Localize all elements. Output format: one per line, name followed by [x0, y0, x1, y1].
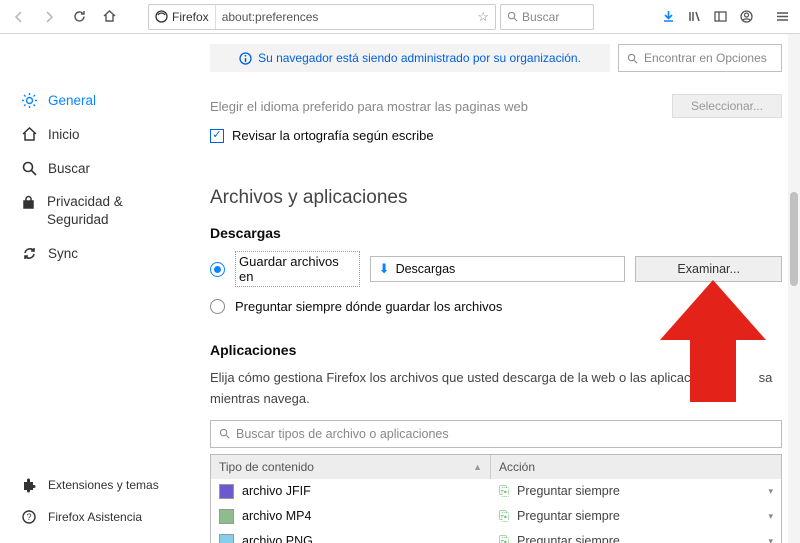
ask-icon: ⎘ — [499, 509, 509, 524]
download-folder-icon: ⬇ — [379, 261, 390, 277]
sidebar-item-label: General — [48, 93, 96, 108]
sidebar-item-privacy[interactable]: Privacidad & Seguridad — [12, 186, 182, 235]
section-heading-files-apps: Archivos y aplicaciones — [210, 187, 782, 209]
search-box[interactable]: Buscar — [500, 4, 594, 30]
firefox-icon — [155, 10, 168, 23]
sidebar-item-label: Buscar — [48, 161, 90, 176]
col-header-action[interactable]: Acción — [491, 455, 781, 479]
table-row[interactable]: archivo MP4 ⎘Preguntar siempre▾ — [211, 504, 781, 529]
sidebar-item-label: Sync — [48, 246, 78, 261]
gear-icon — [20, 91, 38, 109]
find-in-options[interactable]: Encontrar en Opciones — [618, 44, 782, 72]
sidebar-item-home[interactable]: Inicio — [12, 118, 182, 150]
col-header-type[interactable]: Tipo de contenido▲ — [211, 455, 491, 479]
org-banner-text: Su navegador está siendo administrado po… — [258, 51, 581, 65]
url-text: about:preferences — [216, 10, 472, 24]
puzzle-icon — [20, 476, 38, 494]
sidebar-item-extensions[interactable]: Extensiones y temas — [12, 469, 182, 501]
home-button[interactable] — [96, 4, 122, 30]
sidebar-item-label: Extensiones y temas — [48, 478, 159, 492]
back-button[interactable] — [6, 4, 32, 30]
menu-icon[interactable] — [770, 4, 794, 30]
info-icon — [239, 52, 252, 65]
search-icon — [507, 11, 518, 22]
account-icon[interactable] — [734, 4, 758, 30]
applications-search-placeholder: Buscar tipos de archivo o aplicaciones — [236, 427, 449, 441]
file-icon — [219, 509, 234, 524]
radio-save-to-label: Guardar archivos en — [235, 251, 360, 287]
library-icon[interactable] — [682, 4, 706, 30]
vertical-scrollbar[interactable] — [788, 34, 800, 543]
search-placeholder: Buscar — [522, 10, 559, 24]
sort-asc-icon: ▲ — [473, 462, 482, 472]
identity-box[interactable]: Firefox — [149, 5, 216, 29]
sync-icon — [20, 244, 38, 262]
sidebar-item-label: Privacidad & Seguridad — [47, 193, 174, 228]
sidebar-item-support[interactable]: ? Firefox Asistencia — [12, 501, 182, 533]
preferences-sidebar: General Inicio Buscar Privacidad & Segur… — [0, 34, 190, 543]
sidebar-item-search[interactable]: Buscar — [12, 152, 182, 184]
search-icon — [219, 428, 230, 439]
applications-table: Tipo de contenido▲ Acción archivo JFIF ⎘… — [210, 454, 782, 543]
reload-button[interactable] — [66, 4, 92, 30]
applications-heading: Aplicaciones — [210, 342, 782, 358]
table-row[interactable]: archivo JFIF ⎘Preguntar siempre▾ — [211, 479, 781, 504]
chevron-down-icon: ▾ — [768, 511, 773, 522]
radio-save-to[interactable] — [210, 262, 225, 277]
sidebar-item-general[interactable]: General — [12, 84, 182, 116]
applications-description: Elija cómo gestiona Firefox los archivos… — [210, 368, 782, 410]
help-icon: ? — [20, 508, 38, 526]
chevron-down-icon: ▾ — [768, 486, 773, 497]
language-pref-label: Elegir el idioma preferido para mostrar … — [210, 99, 528, 114]
preferences-content: Su navegador está siendo administrado po… — [190, 34, 800, 543]
file-icon — [219, 534, 234, 543]
home-icon — [20, 125, 38, 143]
download-folder-field[interactable]: ⬇ Descargas — [370, 256, 626, 282]
sidebar-item-label: Firefox Asistencia — [48, 510, 142, 524]
table-row[interactable]: archivo PNG ⎘Preguntar siempre▾ — [211, 529, 781, 543]
spellcheck-label: Revisar la ortografía según escribe — [232, 128, 434, 143]
downloads-icon[interactable] — [656, 4, 680, 30]
chevron-down-icon: ▾ — [768, 536, 773, 543]
org-managed-banner[interactable]: Su navegador está siendo administrado po… — [210, 44, 610, 72]
find-placeholder: Encontrar en Opciones — [644, 51, 767, 65]
radio-always-ask-label: Preguntar siempre dónde guardar los arch… — [235, 299, 502, 314]
spellcheck-checkbox[interactable] — [210, 129, 224, 143]
identity-label: Firefox — [172, 10, 209, 24]
ask-icon: ⎘ — [499, 534, 509, 543]
svg-text:?: ? — [26, 512, 31, 522]
bookmark-star-icon[interactable]: ☆ — [471, 9, 495, 25]
download-folder-name: Descargas — [396, 262, 456, 276]
search-icon — [627, 53, 638, 64]
radio-always-ask[interactable] — [210, 299, 225, 314]
scrollbar-thumb[interactable] — [790, 192, 798, 286]
forward-button[interactable] — [36, 4, 62, 30]
file-icon — [219, 484, 234, 499]
browse-button[interactable]: Examinar... — [635, 256, 782, 282]
url-bar[interactable]: Firefox about:preferences ☆ — [148, 4, 496, 30]
downloads-heading: Descargas — [210, 225, 782, 241]
language-select-button[interactable]: Seleccionar... — [672, 94, 782, 118]
sidebar-item-sync[interactable]: Sync — [12, 237, 182, 269]
applications-search[interactable]: Buscar tipos de archivo o aplicaciones — [210, 420, 782, 448]
lock-icon — [20, 193, 37, 211]
search-icon — [20, 159, 38, 177]
ask-icon: ⎘ — [499, 484, 509, 499]
sidebar-icon[interactable] — [708, 4, 732, 30]
browser-toolbar: Firefox about:preferences ☆ Buscar — [0, 0, 800, 34]
sidebar-item-label: Inicio — [48, 127, 80, 142]
